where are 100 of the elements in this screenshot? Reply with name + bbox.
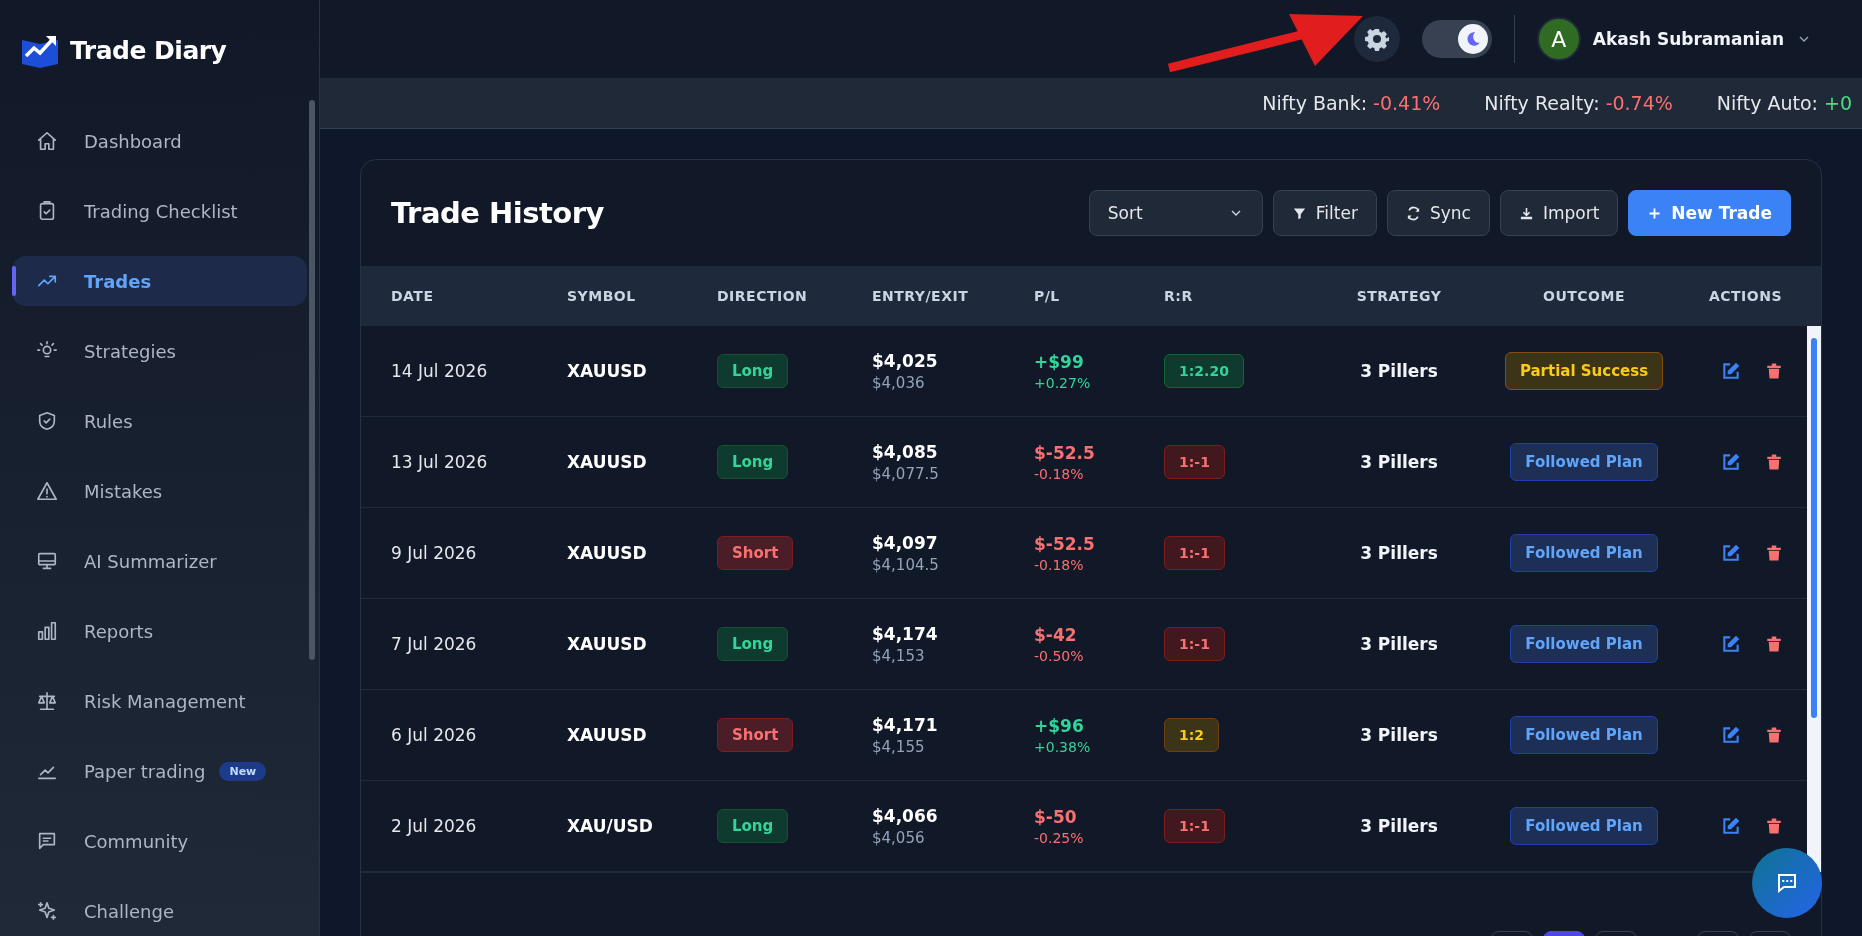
ticker-item: Nifty Auto: +0: [1716, 92, 1852, 114]
nav-icon: [36, 480, 58, 502]
nav-icon: [36, 830, 58, 852]
card-title: Trade History: [391, 196, 604, 230]
strategy-cell: 3 Pillers: [1360, 634, 1438, 654]
nav-icon: [36, 550, 58, 572]
trash-icon: [1765, 816, 1783, 836]
entry-price: $4,025: [872, 350, 939, 371]
symbol-cell-text: XAUUSD: [567, 452, 648, 472]
sidebar-item[interactable]: Dashboard: [12, 116, 307, 166]
profit-loss-amount: +$96: [1034, 715, 1085, 736]
download-icon: [1518, 205, 1534, 221]
ticker-item: Nifty Bank: -0.41%: [1262, 92, 1441, 114]
dark-mode-toggle[interactable]: [1421, 20, 1492, 58]
direction-tag: Long: [717, 354, 789, 388]
outcome-tag: Followed Plan: [1510, 625, 1658, 663]
strategy-cell: 3 Pillers: [1360, 361, 1438, 381]
trash-icon: [1765, 452, 1783, 472]
sync-icon: [1405, 205, 1421, 221]
profit-loss-amount: $-52.5: [1034, 533, 1096, 554]
direction-tag: Long: [717, 809, 789, 843]
sync-button[interactable]: Sync: [1386, 190, 1490, 236]
new-trade-button[interactable]: New Trade: [1628, 190, 1791, 236]
direction-tag: Long: [717, 445, 789, 479]
edit-button[interactable]: [1721, 634, 1741, 654]
column-header: ENTRY/EXIT: [872, 288, 970, 304]
edit-button[interactable]: [1721, 543, 1741, 563]
risk-reward-tag: 1:2.20: [1164, 354, 1244, 388]
edit-icon: [1721, 725, 1741, 745]
column-header: R:R: [1164, 288, 1194, 304]
scrollbar[interactable]: [1807, 326, 1821, 872]
profit-loss-percent: +0.27%: [1034, 374, 1092, 391]
edit-button[interactable]: [1721, 816, 1741, 836]
nav-icon: [36, 900, 58, 922]
symbol-cell-text: XAUUSD: [567, 634, 648, 654]
profit-loss-amount: $-50: [1034, 806, 1078, 827]
sidebar-item[interactable]: Reports: [12, 606, 307, 656]
new-badge: New: [219, 761, 267, 781]
delete-button[interactable]: [1765, 725, 1783, 745]
user-name: Akash Subramanian: [1592, 29, 1784, 49]
risk-reward-tag: 1:-1: [1164, 445, 1225, 479]
delete-button[interactable]: [1765, 452, 1783, 472]
filter-button[interactable]: Filter: [1272, 190, 1377, 236]
nav-icon: [36, 410, 58, 432]
nav-icon: [36, 620, 58, 642]
exit-price: $4,056: [872, 828, 926, 847]
import-button[interactable]: Import: [1499, 190, 1619, 236]
delete-button[interactable]: [1765, 634, 1783, 654]
user-menu[interactable]: A Akash Subramanian: [1536, 17, 1812, 61]
sidebar-item[interactable]: Mistakes: [12, 466, 307, 516]
edit-icon: [1721, 452, 1741, 472]
risk-reward-tag: 1:-1: [1164, 536, 1225, 570]
sort-dropdown[interactable]: Sort: [1088, 190, 1263, 236]
scrollbar[interactable]: [309, 100, 315, 660]
app-logo-text: Trade Diary: [70, 35, 227, 65]
nav-icon: [36, 130, 58, 152]
entry-price: $4,174: [872, 623, 939, 644]
edit-button[interactable]: [1721, 725, 1741, 745]
profit-loss-amount: $-52.5: [1034, 442, 1096, 463]
sidebar-item[interactable]: Rules: [12, 396, 307, 446]
column-header: SYMBOL: [567, 288, 637, 304]
settings-button[interactable]: [1353, 16, 1400, 62]
column-header: P/L: [1034, 288, 1061, 304]
direction-tag: Long: [717, 627, 789, 661]
entry-price: $4,097: [872, 532, 939, 553]
delete-button[interactable]: [1765, 816, 1783, 836]
column-header: ACTIONS: [1708, 288, 1783, 304]
date-cell-text: 14 Jul 2026: [391, 361, 489, 381]
edit-button[interactable]: [1721, 452, 1741, 472]
date-cell-text: 13 Jul 2026: [391, 452, 489, 472]
sidebar-item[interactable]: Trading Checklist: [12, 186, 307, 236]
sidebar-item[interactable]: Paper trading New: [12, 746, 307, 796]
profit-loss-percent: +0.38%: [1034, 738, 1092, 755]
column-header: DATE: [391, 288, 435, 304]
exit-price: $4,155: [872, 737, 926, 756]
edit-icon: [1721, 543, 1741, 563]
exit-price: $4,153: [872, 646, 926, 665]
risk-reward-tag: 1:-1: [1164, 809, 1225, 843]
strategy-cell: 3 Pillers: [1360, 543, 1438, 563]
entry-price: $4,066: [872, 805, 939, 826]
strategy-cell: 3 Pillers: [1360, 725, 1438, 745]
edit-button[interactable]: [1721, 361, 1741, 381]
entry-price: $4,171: [872, 714, 939, 735]
date-cell-text: 9 Jul 2026: [391, 543, 478, 563]
sidebar-item[interactable]: Community: [12, 816, 307, 866]
sidebar-item[interactable]: Strategies: [12, 326, 307, 376]
outcome-tag: Followed Plan: [1510, 443, 1658, 481]
outcome-tag: Followed Plan: [1510, 807, 1658, 845]
delete-button[interactable]: [1765, 361, 1783, 381]
delete-button[interactable]: [1765, 543, 1783, 563]
edit-icon: [1721, 361, 1741, 381]
sidebar-item[interactable]: AI Summarizer: [12, 536, 307, 586]
strategy-cell: 3 Pillers: [1360, 816, 1438, 836]
column-header: STRATEGY: [1356, 288, 1442, 304]
sidebar-item[interactable]: Trades: [12, 256, 307, 306]
sidebar-item[interactable]: Challenge: [12, 886, 307, 936]
avatar: A: [1536, 17, 1581, 61]
ticker-item: Nifty Realty: -0.74%: [1484, 92, 1673, 114]
trash-icon: [1765, 543, 1783, 563]
sidebar-item[interactable]: Risk Management: [12, 676, 307, 726]
